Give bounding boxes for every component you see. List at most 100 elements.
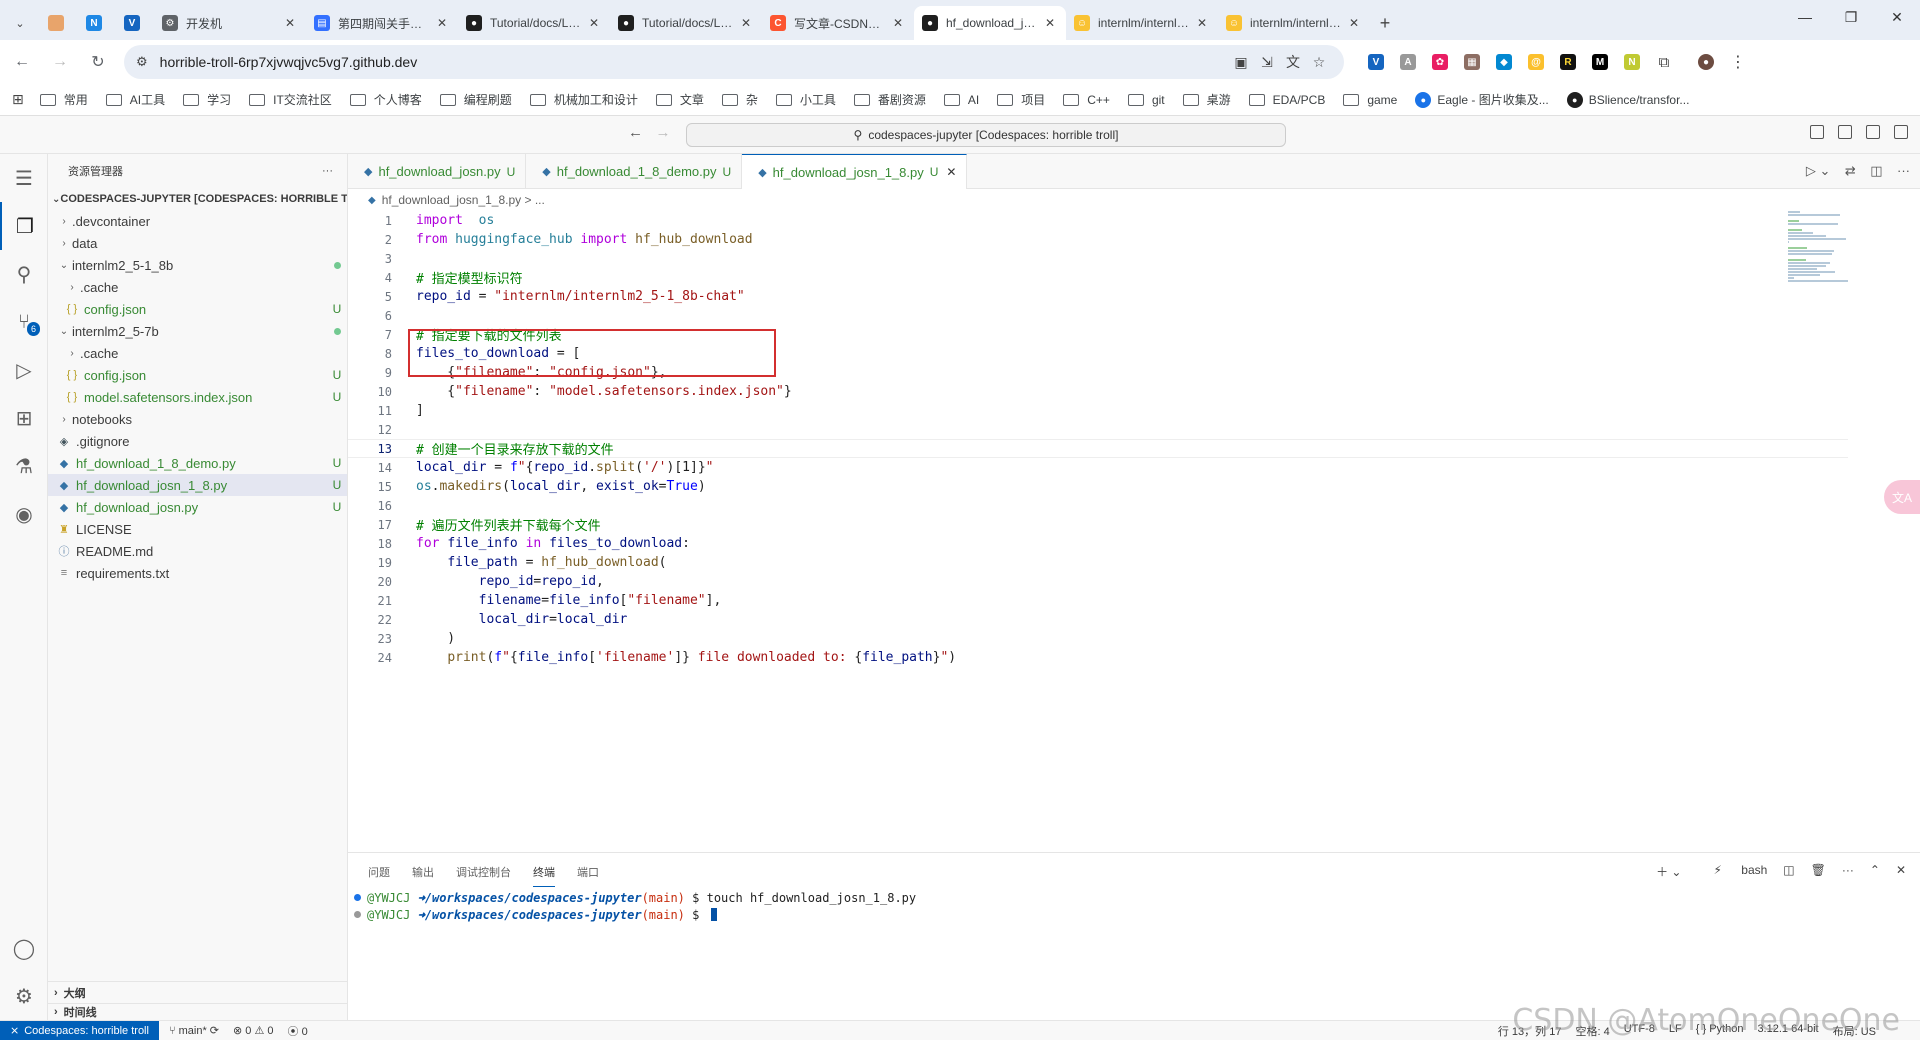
- explorer-more-icon[interactable]: ···: [322, 165, 333, 177]
- bookmark-item[interactable]: 桌游: [1182, 91, 1231, 108]
- tree-folder[interactable]: › notebooks: [48, 408, 347, 430]
- tree-file[interactable]: { } config.json U: [48, 298, 347, 320]
- apps-grid-icon[interactable]: ⊞: [12, 91, 24, 108]
- bookmark-item[interactable]: ● Eagle - 图片收集及...: [1415, 91, 1549, 108]
- source-control-icon[interactable]: ⑂ 6: [0, 298, 48, 346]
- timeline-section[interactable]: › 时间线: [48, 1003, 348, 1020]
- editor-tab[interactable]: ◆ hf_download_josn.py U: [348, 154, 527, 189]
- close-window-button[interactable]: ✕: [1874, 0, 1920, 34]
- editor-tab[interactable]: ◆ hf_download_josn_1_8.py U ✕: [742, 154, 968, 189]
- tab-close-icon[interactable]: ✕: [434, 16, 450, 30]
- extension-a-icon[interactable]: A: [1394, 48, 1422, 76]
- explorer-icon[interactable]: ❐: [0, 202, 48, 250]
- site-info-icon[interactable]: ⚙: [136, 54, 148, 70]
- browser-tab[interactable]: ☺ internlm/internlm2_ ✕: [1218, 6, 1370, 40]
- bookmark-item[interactable]: git: [1127, 93, 1165, 107]
- bookmark-item[interactable]: 编程刷题: [439, 91, 512, 108]
- tree-folder[interactable]: › .devcontainer: [48, 210, 347, 232]
- tab-search-button[interactable]: ⌄: [0, 6, 40, 40]
- bookmark-item[interactable]: 文章: [655, 91, 704, 108]
- address-bar[interactable]: ⚙ horrible-troll-6rp7xjvwqjvc5vg7.github…: [124, 45, 1344, 79]
- ports-status[interactable]: ⦿ 0: [288, 1023, 308, 1039]
- tree-file[interactable]: ♜ LICENSE: [48, 518, 347, 540]
- tree-file[interactable]: ⓘ README.md: [48, 540, 347, 562]
- terminal[interactable]: @YWJCJ ➜/workspaces/codespaces-jupyter (…: [348, 889, 1920, 923]
- bookmark-item[interactable]: ● BSlience/transfor...: [1566, 91, 1689, 108]
- browser-tab[interactable]: ▤ 第四期闯关手册 - 飞书 ✕: [306, 6, 458, 40]
- minimap[interactable]: [1788, 211, 1908, 282]
- vscode-nav-arrows[interactable]: ← →: [628, 124, 671, 141]
- panel-more-icon[interactable]: ···: [1842, 863, 1854, 880]
- branch-status[interactable]: ⑂ main* ⟳: [169, 1024, 219, 1037]
- open-in-app-icon[interactable]: ⇲: [1254, 54, 1280, 71]
- bookmark-item[interactable]: 小工具: [775, 91, 836, 108]
- tree-file[interactable]: ◆ hf_download_josn.py U: [48, 496, 347, 518]
- tab-close-icon[interactable]: ✕: [738, 16, 754, 30]
- panel-tab[interactable]: 问题: [368, 856, 390, 886]
- tab-close-icon[interactable]: ✕: [890, 16, 906, 30]
- bookmark-item[interactable]: game: [1343, 93, 1397, 107]
- extension-n-icon[interactable]: N: [1618, 48, 1646, 76]
- menu-icon[interactable]: ☰: [0, 154, 48, 202]
- bookmark-item[interactable]: 项目: [997, 91, 1045, 108]
- bookmark-item[interactable]: EDA/PCB: [1248, 93, 1325, 107]
- browser-tab[interactable]: ● Tutorial/docs/L0/ma ✕: [610, 6, 762, 40]
- new-terminal-icon[interactable]: ＋ ⌄: [1656, 863, 1681, 880]
- editor-tab[interactable]: ◆ hf_download_1_8_demo.py U: [526, 154, 743, 189]
- bookmark-item[interactable]: 常用: [39, 91, 88, 108]
- problems-status[interactable]: ⊗ 0 ⚠ 0: [233, 1024, 274, 1037]
- back-button[interactable]: ←: [6, 46, 38, 78]
- panel-tab[interactable]: 输出: [412, 856, 434, 886]
- bookmark-item[interactable]: 机械加工和设计: [529, 91, 638, 108]
- remote-indicator[interactable]: ⨯ Codespaces: horrible troll: [0, 1020, 159, 1040]
- manage-gear-icon[interactable]: ⚙: [0, 972, 48, 1020]
- tree-file[interactable]: ◆ hf_download_1_8_demo.py U: [48, 452, 347, 474]
- toggle-primary-sidebar-icon[interactable]: [1810, 125, 1824, 139]
- run-debug-icon[interactable]: ▷: [0, 346, 48, 394]
- extension-m-icon[interactable]: M: [1586, 48, 1614, 76]
- reload-button[interactable]: ↻: [82, 46, 114, 78]
- translate-float-button[interactable]: 文A: [1884, 480, 1920, 514]
- panel-tab[interactable]: 调试控制台: [456, 856, 511, 886]
- tree-folder[interactable]: › .cache: [48, 276, 347, 298]
- bookmark-item[interactable]: 学习: [183, 91, 231, 108]
- tree-folder[interactable]: ⌄ internlm2_5-1_8b: [48, 254, 347, 276]
- extension-pink-icon[interactable]: ✿: [1426, 48, 1454, 76]
- extension-yellow-icon[interactable]: @: [1522, 48, 1550, 76]
- tree-folder[interactable]: › .cache: [48, 342, 347, 364]
- toggle-panel-icon[interactable]: [1838, 125, 1852, 139]
- close-panel-icon[interactable]: ✕: [1896, 863, 1906, 880]
- forward-button[interactable]: →: [44, 46, 76, 78]
- terminal-shell-label[interactable]: ⚡ bash: [1697, 863, 1767, 880]
- split-terminal-icon[interactable]: ◫: [1783, 863, 1794, 880]
- toggle-secondary-sidebar-icon[interactable]: [1866, 125, 1880, 139]
- bookmark-item[interactable]: IT交流社区: [249, 91, 332, 108]
- new-tab-button[interactable]: +: [1370, 6, 1400, 40]
- browser-tab[interactable]: ● Tutorial/docs/L0/ma ✕: [458, 6, 610, 40]
- extension-v-icon[interactable]: V: [1362, 48, 1390, 76]
- tab-close-icon[interactable]: ✕: [586, 16, 602, 30]
- github-icon[interactable]: ◉: [0, 490, 48, 538]
- tab-close-icon[interactable]: ✕: [1194, 16, 1210, 30]
- bookmark-item[interactable]: 番剧资源: [853, 91, 926, 108]
- install-app-icon[interactable]: ▣: [1228, 54, 1254, 71]
- testing-icon[interactable]: ⚗: [0, 442, 48, 490]
- bookmark-item[interactable]: AI工具: [105, 91, 165, 108]
- command-center[interactable]: ⚲ codespaces-jupyter [Codespaces: horrib…: [686, 123, 1286, 147]
- extension-r-icon[interactable]: R: [1554, 48, 1582, 76]
- minimize-button[interactable]: —: [1782, 0, 1828, 34]
- tree-file[interactable]: ≡ requirements.txt: [48, 562, 347, 584]
- browser-tab[interactable]: N: [78, 6, 116, 40]
- tree-file[interactable]: { } config.json U: [48, 364, 347, 386]
- tab-close-icon[interactable]: ✕: [282, 16, 298, 30]
- tree-folder[interactable]: ⌄ internlm2_5-7b: [48, 320, 347, 342]
- tab-close-icon[interactable]: ✕: [1346, 16, 1362, 30]
- browser-tab[interactable]: ☺ internlm/internlm2_ ✕: [1066, 6, 1218, 40]
- panel-tab[interactable]: 终端: [533, 856, 555, 887]
- browser-tab[interactable]: [40, 6, 78, 40]
- code-editor[interactable]: 1 import os 2 from huggingface_hub import h…: [348, 211, 1848, 665]
- browser-tab[interactable]: ● hf_download_josn_1 ✕: [914, 6, 1066, 40]
- customize-layout-icon[interactable]: [1894, 125, 1908, 139]
- bookmark-item[interactable]: 个人博客: [349, 91, 422, 108]
- panel-tab[interactable]: 端口: [577, 856, 599, 886]
